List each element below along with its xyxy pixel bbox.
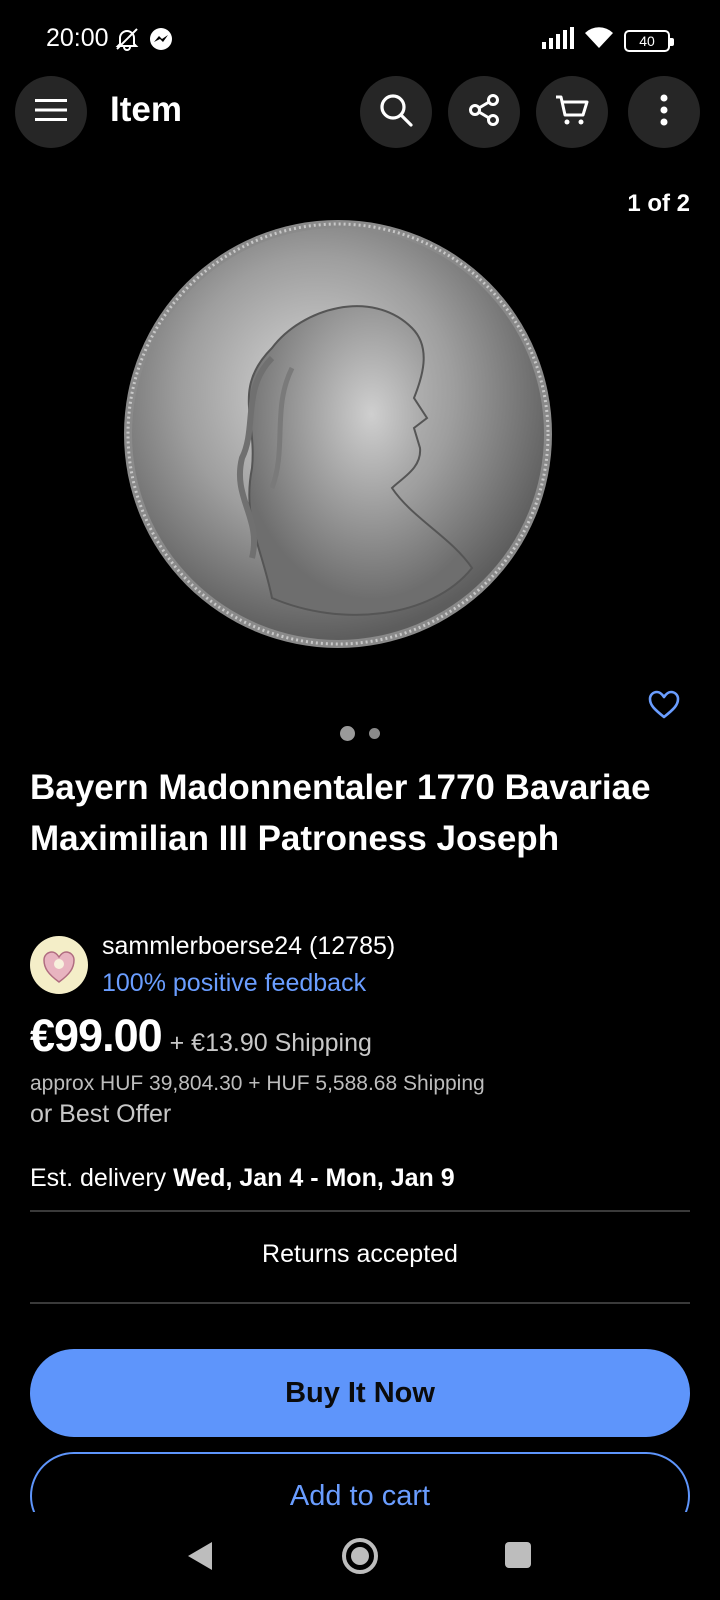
battery-icon: 40 bbox=[624, 29, 674, 52]
cart-icon bbox=[554, 93, 590, 132]
battery-level: 40 bbox=[639, 32, 655, 49]
home-icon[interactable] bbox=[340, 1536, 380, 1581]
share-icon bbox=[467, 93, 501, 132]
divider bbox=[30, 1302, 690, 1304]
delivery-dates: Wed, Jan 4 - Mon, Jan 9 bbox=[173, 1164, 455, 1192]
seller-name[interactable]: sammlerboerse24 (12785) bbox=[102, 932, 395, 961]
approx-price: approx HUF 39,804.30 + HUF 5,588.68 Ship… bbox=[30, 1072, 485, 1095]
app-bar: Item bbox=[0, 76, 720, 148]
pagination-dot[interactable] bbox=[369, 728, 380, 739]
more-vertical-icon bbox=[660, 94, 668, 131]
signal-icon bbox=[540, 27, 574, 54]
price-row: €99.00 + €13.90 Shipping bbox=[30, 1010, 372, 1062]
page-title: Item bbox=[110, 90, 182, 129]
menu-button[interactable] bbox=[15, 76, 87, 148]
mute-bell-icon bbox=[114, 26, 140, 57]
search-button[interactable] bbox=[360, 76, 432, 148]
search-icon bbox=[378, 92, 414, 133]
back-icon[interactable] bbox=[186, 1540, 214, 1577]
buy-it-now-button[interactable]: Buy It Now bbox=[30, 1349, 690, 1437]
heart-icon bbox=[648, 690, 680, 724]
seller-avatar[interactable] bbox=[30, 936, 88, 994]
item-price: €99.00 bbox=[30, 1010, 163, 1061]
add-to-cart-clip: Add to cart bbox=[0, 1452, 720, 1512]
add-to-cart-button[interactable]: Add to cart bbox=[30, 1452, 690, 1512]
delivery-label: Est. delivery bbox=[30, 1164, 167, 1192]
shipping-cost: + €13.90 Shipping bbox=[169, 1029, 372, 1057]
system-nav-bar bbox=[0, 1512, 720, 1600]
divider bbox=[30, 1210, 690, 1212]
pagination-dot-active[interactable] bbox=[340, 726, 355, 741]
more-options-button[interactable] bbox=[628, 76, 700, 148]
returns-policy[interactable]: Returns accepted bbox=[0, 1240, 720, 1269]
status-time: 20:00 bbox=[46, 24, 109, 52]
image-gallery[interactable]: 1 of 2 bbox=[0, 170, 720, 719]
recent-apps-icon[interactable] bbox=[505, 1542, 531, 1568]
seller-info[interactable]: sammlerboerse24 (12785) 100% positive fe… bbox=[30, 932, 690, 1002]
coin-image[interactable] bbox=[122, 218, 554, 650]
gallery-pagination bbox=[0, 726, 720, 741]
best-offer-label: or Best Offer bbox=[30, 1100, 172, 1128]
wifi-icon bbox=[584, 26, 614, 55]
messenger-icon bbox=[148, 26, 174, 57]
menu-icon bbox=[35, 97, 67, 128]
cart-button[interactable] bbox=[536, 76, 608, 148]
item-title: Bayern Madonnentaler 1770 Bavariae Maxim… bbox=[30, 768, 651, 858]
seller-feedback-link[interactable]: 100% positive feedback bbox=[102, 969, 366, 998]
estimated-delivery: Est. delivery Wed, Jan 4 - Mon, Jan 9 bbox=[30, 1164, 455, 1193]
share-button[interactable] bbox=[448, 76, 520, 148]
image-counter: 1 of 2 bbox=[627, 190, 690, 217]
watch-button[interactable] bbox=[648, 690, 680, 725]
status-bar: 20:00 40 bbox=[0, 0, 720, 80]
